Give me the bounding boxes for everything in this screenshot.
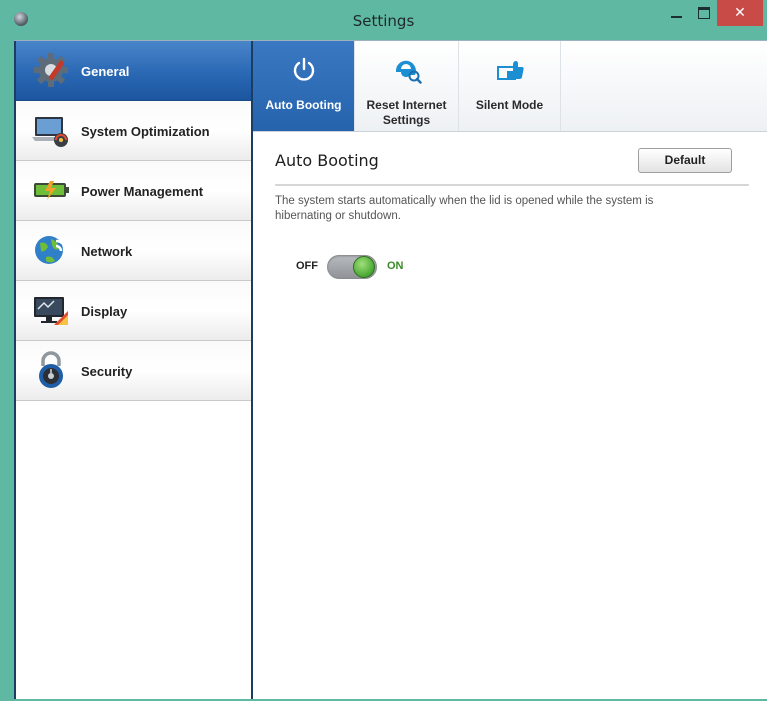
sidebar-item-label: System Optimization — [81, 124, 210, 139]
battery-icon — [34, 181, 69, 200]
minimize-button[interactable] — [663, 0, 689, 26]
power-icon — [293, 57, 314, 81]
sidebar-item-display[interactable]: Display — [16, 281, 251, 341]
sidebar-item-network[interactable]: Network — [16, 221, 251, 281]
gear-icon — [34, 53, 68, 87]
toggle-knob[interactable] — [353, 256, 375, 278]
sidebar: General System Optimization Power Manage… — [14, 41, 253, 699]
sidebar-item-label: Network — [81, 244, 133, 259]
close-icon: ✕ — [734, 5, 746, 21]
sidebar-item-label: General — [81, 64, 130, 79]
settings-window: General System Optimization Power Manage… — [14, 40, 767, 699]
padlock-icon — [39, 351, 63, 388]
title-bar: Settings ✕ — [0, 0, 767, 40]
tab-auto-booting[interactable]: Auto Booting — [253, 41, 355, 131]
toggle-off-label: OFF — [296, 260, 318, 272]
tab-label: Reset Internet Settings — [366, 98, 447, 127]
globe-wifi-icon — [35, 236, 68, 264]
tab-label: Auto Booting — [265, 98, 342, 112]
sidebar-item-system-optimization[interactable]: System Optimization — [16, 101, 251, 161]
section-divider — [275, 184, 749, 186]
default-button[interactable]: Default — [638, 148, 732, 173]
tab-bar: Auto Booting Reset Internet Settings Sil… — [253, 41, 767, 132]
monitor-icon — [34, 297, 68, 325]
sidebar-item-security[interactable]: Security — [16, 341, 251, 401]
silent-mode-icon — [496, 61, 524, 80]
auto-booting-toggle[interactable] — [327, 255, 377, 279]
sidebar-item-label: Power Management — [81, 184, 204, 199]
window-title: Settings — [352, 12, 415, 30]
toggle-on-label: ON — [387, 260, 404, 272]
sidebar-item-power-management[interactable]: Power Management — [16, 161, 251, 221]
auto-booting-description: The system starts automatically when the… — [275, 195, 654, 222]
maximize-icon — [698, 7, 710, 19]
section-title: Auto Booting — [275, 151, 379, 170]
maximize-button[interactable] — [691, 0, 717, 26]
minimize-icon — [670, 16, 682, 18]
internet-explorer-icon — [395, 60, 422, 84]
close-button[interactable]: ✕ — [717, 0, 763, 26]
sidebar-item-label: Display — [81, 304, 128, 319]
tab-silent-mode[interactable]: Silent Mode — [459, 41, 561, 131]
main-panel: Auto Booting Reset Internet Settings Sil… — [253, 41, 767, 699]
tab-reset-internet-settings[interactable]: Reset Internet Settings — [355, 41, 459, 131]
tab-label: Silent Mode — [475, 98, 544, 112]
sidebar-item-label: Security — [81, 364, 133, 379]
laptop-gauge-icon — [32, 117, 68, 147]
sidebar-item-general[interactable]: General — [16, 41, 251, 101]
